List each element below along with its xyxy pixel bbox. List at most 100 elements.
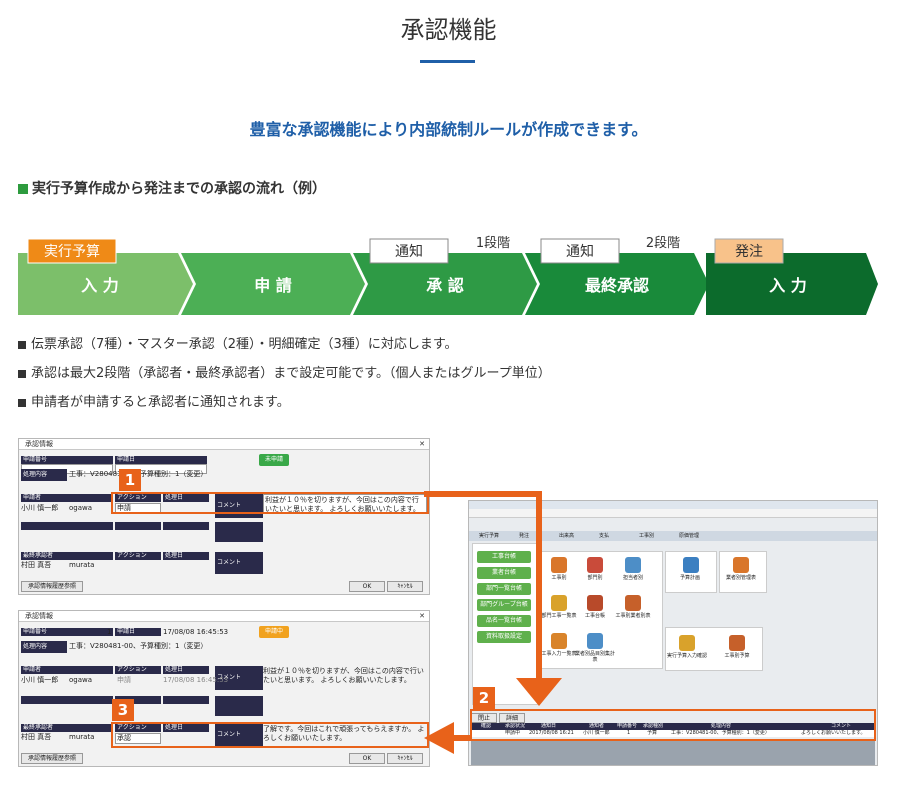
row-bar — [115, 522, 161, 530]
apply-dialog-screenshot: 承認情報✕ 申請番号 申請日 未申請 処理内容 工事：V280481-00、予算… — [18, 438, 430, 595]
tab-item[interactable]: 出来高 — [559, 532, 574, 541]
flow-step-final-label: 最終承認 — [585, 276, 649, 295]
icon-label: 部門工事一覧表 — [541, 613, 577, 619]
cancel-button[interactable]: ｷｬﾝｾﾙ — [387, 753, 423, 764]
req-no-label: 申請番号 — [21, 456, 113, 464]
report-icon[interactable] — [587, 633, 603, 649]
icon-label: 工事別業者別表 — [615, 613, 651, 619]
report-icon[interactable] — [551, 557, 567, 573]
callout-1: 1 — [119, 469, 141, 491]
applicant-label: 申請者 — [21, 494, 113, 502]
final-approver-label: 最終承認者 — [21, 724, 113, 732]
req-date: 17/08/08 16:45:53 — [163, 628, 229, 636]
feature-list: 伝票承認（7種）・マスター承認（2種）・明細確定（3種）に対応します。 承認は最… — [18, 333, 551, 420]
ok-button[interactable]: OK — [349, 581, 385, 592]
flow-stage-1: 1段階 — [476, 236, 510, 251]
feature-item: 申請者が申請すると承認者に通知されます。 — [18, 391, 551, 420]
row-bar — [163, 696, 209, 704]
flow-tag-notify-1-label: 通知 — [395, 243, 423, 260]
req-date-label: 申請日 — [115, 628, 161, 636]
report-icon[interactable] — [733, 557, 749, 573]
sidebar-button[interactable]: 業者台帳 — [477, 567, 531, 579]
report-icon[interactable] — [679, 635, 695, 651]
report-icon[interactable] — [587, 557, 603, 573]
main-menu-screenshot: 実行予算 発注 出来高 支払 工事別 原価管理 工事台帳 業者台帳 部門一覧台帳… — [468, 500, 878, 766]
callout-2: 2 — [473, 687, 495, 709]
target-value: 工事：V280481-00、予算種別：1（変更） — [69, 470, 369, 479]
applicant-name: 小川 慎一郎 — [21, 676, 59, 684]
report-icon[interactable] — [625, 557, 641, 573]
cancel-button[interactable]: ｷｬﾝｾﾙ — [387, 581, 423, 592]
tab-item[interactable]: 工事別 — [639, 532, 654, 541]
history-button[interactable]: 承認情報履歴参照 — [21, 753, 83, 764]
tab-item[interactable]: 原価管理 — [679, 532, 699, 541]
icon-label: 工事別予算 — [724, 653, 750, 659]
flow-stage-2: 2段階 — [646, 236, 680, 251]
comment-label: コメント — [215, 552, 263, 574]
flow-step-approve-label: 承 認 — [426, 276, 464, 295]
tab-item[interactable]: 発注 — [519, 532, 529, 541]
connector-arrow — [452, 735, 472, 741]
req-no: 1 — [107, 628, 112, 636]
report-icon[interactable] — [551, 595, 567, 611]
flow-tag-order-label: 発注 — [735, 244, 763, 260]
sidebar-button[interactable]: 部門一覧台帳 — [477, 583, 531, 595]
status-badge: 未申請 — [259, 454, 289, 466]
close-icon[interactable]: ✕ — [419, 439, 425, 449]
action-label: アクション — [115, 552, 161, 560]
tab-item[interactable]: 実行予算 — [479, 532, 499, 541]
status-badge: 申請中 — [259, 626, 289, 638]
row-bar — [215, 522, 263, 542]
ok-button[interactable]: OK — [349, 753, 385, 764]
highlight-1 — [111, 492, 429, 514]
row-bar — [163, 522, 209, 530]
square-icon — [18, 398, 26, 407]
row-bar — [21, 696, 113, 704]
approve-dialog-screenshot: 承認情報 ✕ 申請番号 1 申請日 17/08/08 16:45:53 申請中 処… — [18, 610, 430, 767]
title-underline — [420, 60, 475, 63]
final-id: murata — [69, 733, 95, 741]
section-heading: 実行予算作成から発注までの承認の流れ（例） — [18, 178, 326, 198]
dialog-titlebar: 承認情報 ✕ — [19, 439, 429, 450]
report-icon[interactable] — [551, 633, 567, 649]
close-icon[interactable]: ✕ — [419, 611, 425, 621]
icon-label: 工事台帳 — [584, 613, 605, 619]
dialog-titlebar: 承認情報 ✕ — [19, 611, 429, 622]
history-button[interactable]: 承認情報履歴参照 — [21, 581, 83, 592]
action-value: 申請 — [117, 676, 131, 684]
connector-arrow — [424, 491, 541, 497]
square-icon — [18, 369, 26, 378]
report-icon[interactable] — [625, 595, 641, 611]
applicant-name: 小川 慎一郎 — [21, 504, 59, 512]
feature-item: 伝票承認（7種）・マスター承認（2種）・明細確定（3種）に対応します。 — [18, 333, 551, 362]
tab-bar: 実行予算 発注 出来高 支払 工事別 原価管理 — [469, 531, 877, 541]
report-icon[interactable] — [683, 557, 699, 573]
icon-label: 担当者別 — [622, 575, 643, 581]
section-heading-text: 実行予算作成から発注までの承認の流れ（例） — [32, 181, 326, 197]
final-id: murata — [69, 561, 95, 569]
applicant-id: ogawa — [69, 676, 93, 684]
flow-tag-notify-2-label: 通知 — [566, 243, 594, 260]
date-label: 処理日 — [163, 552, 209, 560]
sidebar-button[interactable]: 部門グループ台帳 — [477, 599, 531, 611]
lead-text: 豊富な承認機能により内部統制ルールが作成できます。 — [249, 120, 648, 139]
action-date: 17/08/08 16:45:53 — [163, 676, 229, 684]
square-icon — [18, 184, 28, 194]
feature-item: 承認は最大2段階（承認者・最終承認者）まで設定可能です。（個人またはグループ単位… — [18, 362, 551, 391]
list-empty-area — [471, 739, 875, 765]
sidebar-button[interactable]: 品名一覧台帳 — [477, 615, 531, 627]
report-icon[interactable] — [587, 595, 603, 611]
approval-flow: 実行予算 通知 通知 発注 1段階 2段階 入 力 申 請 承 認 最終承認 入… — [18, 236, 878, 315]
final-approver-label: 最終承認者 — [21, 552, 113, 560]
applicant-id: ogawa — [69, 504, 93, 512]
action-label: アクション — [115, 666, 161, 674]
target-label: 処理内容 — [21, 641, 67, 653]
sidebar-button[interactable]: 工事台帳 — [477, 551, 531, 563]
req-no-label: 申請番号 — [21, 628, 113, 636]
sidebar-button[interactable]: 資料取扱設定 — [477, 631, 531, 643]
report-icon[interactable] — [729, 635, 745, 651]
date-label: 処理日 — [163, 666, 209, 674]
tab-item[interactable]: 支払 — [599, 532, 609, 541]
icon-label: 予算計画 — [679, 575, 700, 581]
flow-step-apply-label: 申 請 — [254, 276, 292, 295]
